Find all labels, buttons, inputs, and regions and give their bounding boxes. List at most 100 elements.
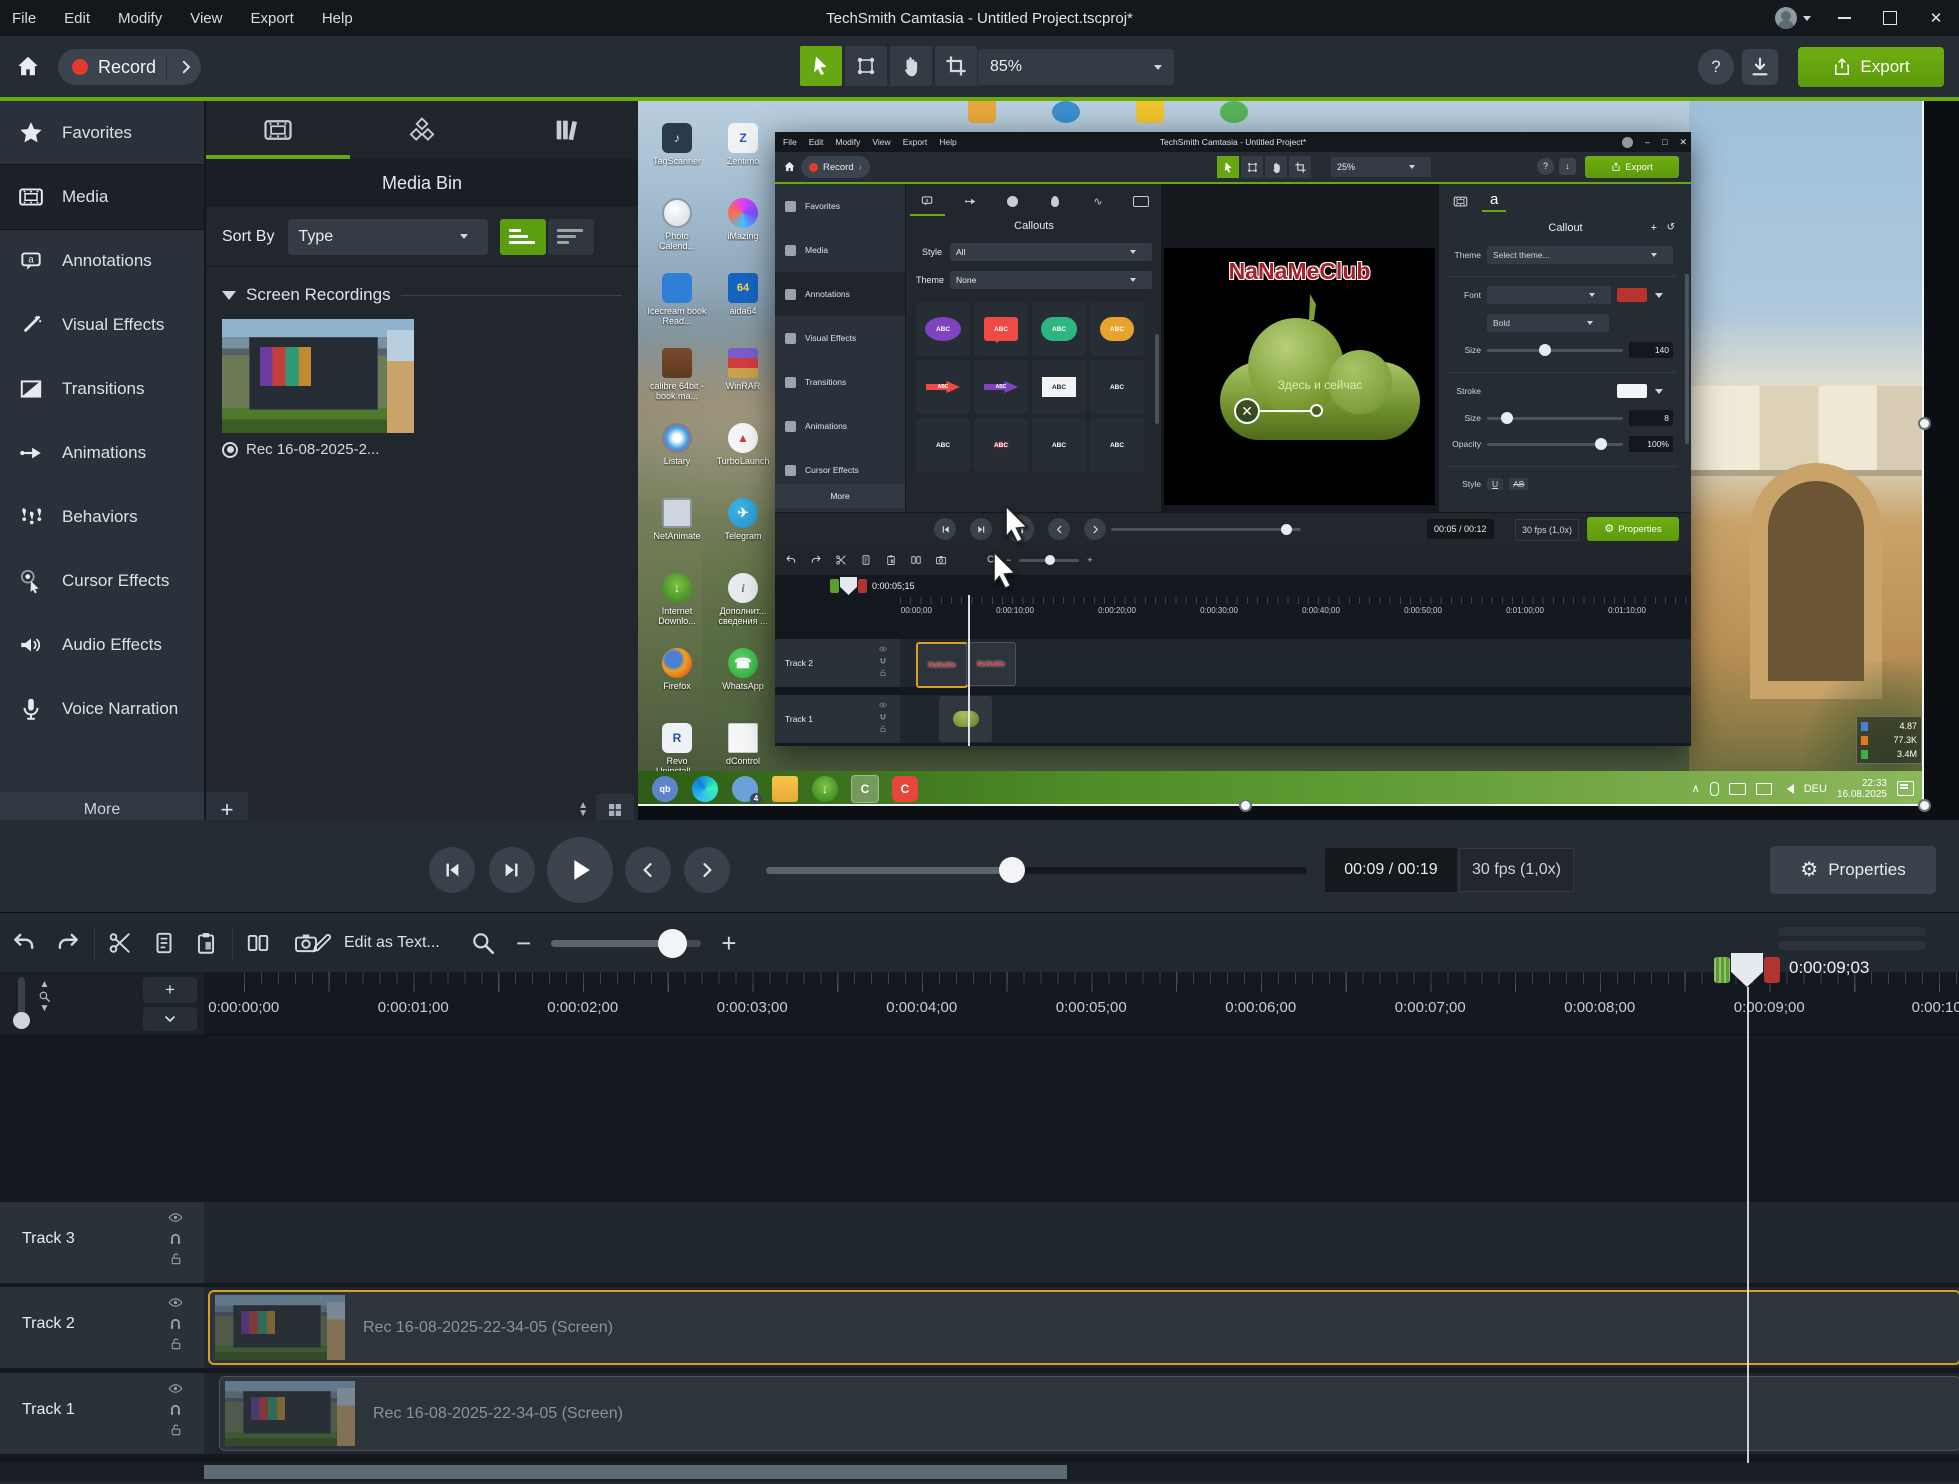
magnet-icon[interactable] (168, 1402, 183, 1417)
playhead-marker[interactable] (1731, 953, 1763, 987)
tab-library[interactable] (494, 101, 638, 159)
desktop-icon[interactable]: NetAnimate (646, 498, 708, 573)
timeline-zoom-slider[interactable] (551, 940, 701, 947)
zoom-in-button[interactable]: + (721, 930, 736, 956)
scrubber-thumb[interactable] (999, 857, 1025, 883)
collapse-tracks-button[interactable] (143, 1007, 197, 1031)
playhead-out-handle[interactable] (1764, 957, 1780, 983)
sidebar-item[interactable]: Visual Effects (0, 293, 204, 357)
track-row[interactable]: Track 1 Rec 16-08-2025-22-34-05 (Screen) (0, 1373, 1959, 1454)
resize-handle-bottom-right[interactable] (1918, 799, 1931, 812)
transform-tool-button[interactable] (845, 46, 887, 86)
user-avatar[interactable] (1775, 7, 1797, 29)
lock-icon[interactable] (169, 1252, 183, 1266)
track-lane[interactable] (204, 1202, 1959, 1283)
sidebar-item[interactable]: Transitions (0, 357, 204, 421)
sidebar-item[interactable]: Behaviors (0, 485, 204, 549)
track-row[interactable]: Track 2 Rec 16-08-2025-22-34-05 (Screen) (0, 1287, 1959, 1368)
zoom-out-button[interactable]: − (516, 930, 531, 956)
cut-button[interactable] (98, 921, 142, 965)
download-button[interactable] (1742, 49, 1778, 85)
canvas-zoom-select[interactable]: 85% (978, 49, 1174, 85)
desktop-icon[interactable]: ☎ WhatsApp (712, 648, 774, 723)
recorded-screen-clip[interactable]: ♪ TagScanner Photo Calend... Icecream bo… (638, 101, 1924, 806)
sort-ascending-button[interactable] (500, 219, 546, 255)
sort-descending-button[interactable] (548, 219, 594, 255)
desktop-icon[interactable]: ↓ Internet Downlo... (646, 573, 708, 648)
timeline-horizontal-scrollbar[interactable] (0, 1463, 1959, 1481)
desktop-icon[interactable]: Firefox (646, 648, 708, 723)
paste-button[interactable] (184, 921, 228, 965)
desktop-icon[interactable]: Listary (646, 423, 708, 498)
canvas-stage[interactable]: ♪ TagScanner Photo Calend... Icecream bo… (638, 101, 1959, 820)
playback-scrubber[interactable] (766, 867, 1307, 874)
avatar-caret-icon[interactable] (1803, 16, 1811, 21)
play-button[interactable] (547, 837, 613, 903)
desktop-icon[interactable]: Photo Calend... (646, 198, 708, 273)
sidebar-item[interactable]: Media (0, 165, 204, 229)
maximize-button[interactable] (1867, 0, 1913, 36)
desktop-icon[interactable]: Z Zentimo (712, 123, 774, 198)
tab-media-bin[interactable] (206, 101, 350, 159)
track-row[interactable]: Track 3 (0, 1202, 1959, 1283)
playhead-in-handle[interactable] (1714, 957, 1730, 983)
sidebar-item[interactable]: Voice Narration (0, 677, 204, 741)
lock-icon[interactable] (169, 1337, 183, 1351)
menu-item[interactable]: Help (322, 10, 353, 27)
select-tool-button[interactable] (800, 46, 842, 86)
previous-button[interactable] (625, 847, 671, 893)
magnifier-icon[interactable] (470, 930, 496, 956)
timeline-ruler[interactable]: 0:00:00;000:00:01;000:00:02;000:00:03;00… (204, 972, 1959, 1035)
track-header[interactable]: Track 2 (0, 1287, 204, 1368)
chevron-right-icon[interactable] (177, 58, 195, 76)
tab-elements[interactable] (350, 101, 494, 159)
sidebar-item[interactable]: Cursor Effects (0, 549, 204, 613)
copy-button[interactable] (142, 921, 186, 965)
recording-card[interactable]: Rec 16-08-2025-2... (222, 319, 414, 458)
resize-handle-bottom[interactable] (1239, 799, 1252, 812)
close-button[interactable]: ✕ (1913, 0, 1959, 36)
pan-tool-button[interactable] (890, 46, 932, 86)
next-button[interactable] (684, 847, 730, 893)
resize-handle-right[interactable] (1918, 417, 1931, 430)
scrollbar-thumb[interactable] (204, 1465, 1067, 1479)
lock-icon[interactable] (169, 1423, 183, 1437)
track-lane[interactable]: Rec 16-08-2025-22-34-05 (Screen) (204, 1373, 1959, 1454)
sidebar-item[interactable]: Audio Effects (0, 613, 204, 677)
desktop-icon[interactable]: 64 aida64 (712, 273, 774, 348)
timeline-clip[interactable]: Rec 16-08-2025-22-34-05 (Screen) (208, 1290, 1959, 1365)
step-back-button[interactable] (429, 847, 475, 893)
sidebar-item[interactable]: Favorites (0, 101, 204, 165)
desktop-icon[interactable]: ▲ TurboLaunch (712, 423, 774, 498)
desktop-icon[interactable]: iMazing (712, 198, 774, 273)
split-button[interactable] (236, 921, 280, 965)
home-button[interactable] (8, 46, 48, 86)
track-height-slider[interactable] (18, 977, 25, 1027)
playhead[interactable]: 0:00:09;03 (1714, 953, 1869, 987)
eye-icon[interactable] (168, 1210, 183, 1225)
track-lane[interactable]: Rec 16-08-2025-22-34-05 (Screen) (204, 1287, 1959, 1368)
sidebar-item[interactable]: Annotations (0, 229, 204, 293)
menu-item[interactable]: View (190, 10, 222, 27)
help-button[interactable]: ? (1698, 49, 1734, 85)
step-forward-button[interactable] (489, 847, 535, 893)
desktop-icon[interactable]: Icecream book Read... (646, 273, 708, 348)
sort-select[interactable]: Type (288, 219, 488, 255)
redo-button[interactable] (46, 921, 90, 965)
track-header[interactable]: Track 1 (0, 1373, 204, 1454)
desktop-icon[interactable]: calibre 64bit - book ma... (646, 348, 708, 423)
crop-tool-button[interactable] (935, 46, 977, 86)
fps-indicator[interactable]: 30 fps (1,0x) (1459, 848, 1574, 892)
desktop-icon[interactable]: WinRAR (712, 348, 774, 423)
record-button[interactable]: Record (58, 49, 201, 85)
export-button[interactable]: Export (1798, 47, 1944, 87)
screen-recordings-section[interactable]: Screen Recordings (222, 285, 622, 305)
eye-icon[interactable] (168, 1295, 183, 1310)
resize-arrows-icon[interactable]: ▲▼ (578, 802, 588, 818)
properties-button[interactable]: ⚙ Properties (1770, 846, 1936, 894)
magnet-icon[interactable] (168, 1316, 183, 1331)
minimize-button[interactable] (1821, 0, 1867, 36)
track-zoom-icon[interactable]: ▲▼ (38, 980, 51, 1013)
edit-as-text-button[interactable]: Edit as Text... (298, 921, 452, 965)
menu-item[interactable]: Export (250, 10, 293, 27)
